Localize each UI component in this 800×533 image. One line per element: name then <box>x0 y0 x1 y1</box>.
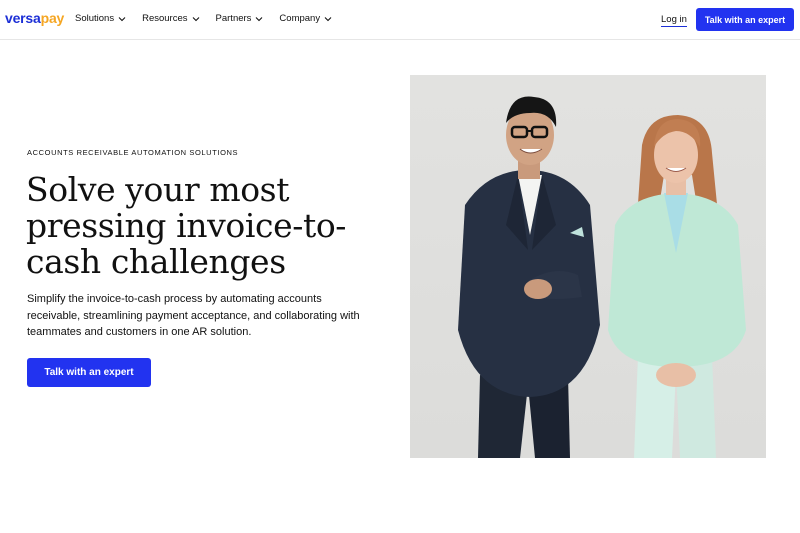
menu-item-solutions[interactable]: Solutions <box>75 13 126 24</box>
main-menu: Solutions Resources Partners Company <box>75 13 348 24</box>
top-navigation: versapay Solutions Resources Partners Co… <box>0 0 800 40</box>
menu-item-company[interactable]: Company <box>279 13 332 24</box>
talk-with-expert-hero-button[interactable]: Talk with an expert <box>27 358 151 387</box>
login-link[interactable]: Log in <box>661 14 687 27</box>
man-figure <box>458 96 600 458</box>
chevron-down-icon <box>118 15 126 23</box>
menu-item-partners[interactable]: Partners <box>216 13 264 24</box>
menu-item-label: Resources <box>142 13 188 24</box>
versapay-logo[interactable]: versapay <box>5 10 64 26</box>
hero-photo <box>410 75 766 458</box>
chevron-down-icon <box>255 15 263 23</box>
page-title: Solve your most pressing invoice-to-cash… <box>26 170 347 281</box>
chevron-down-icon <box>324 15 332 23</box>
talk-with-expert-nav-button[interactable]: Talk with an expert <box>696 8 794 31</box>
chevron-down-icon <box>192 15 200 23</box>
menu-item-label: Partners <box>215 13 252 24</box>
menu-item-label: Company <box>279 13 321 24</box>
hero-eyebrow: ACCOUNTS RECEIVABLE AUTOMATION SOLUTIONS <box>27 148 239 157</box>
hero-description: Simplify the invoice-to-cash process by … <box>27 293 360 338</box>
menu-item-resources[interactable]: Resources <box>142 13 199 24</box>
woman-figure <box>608 115 746 458</box>
menu-item-label: Solutions <box>75 13 115 24</box>
